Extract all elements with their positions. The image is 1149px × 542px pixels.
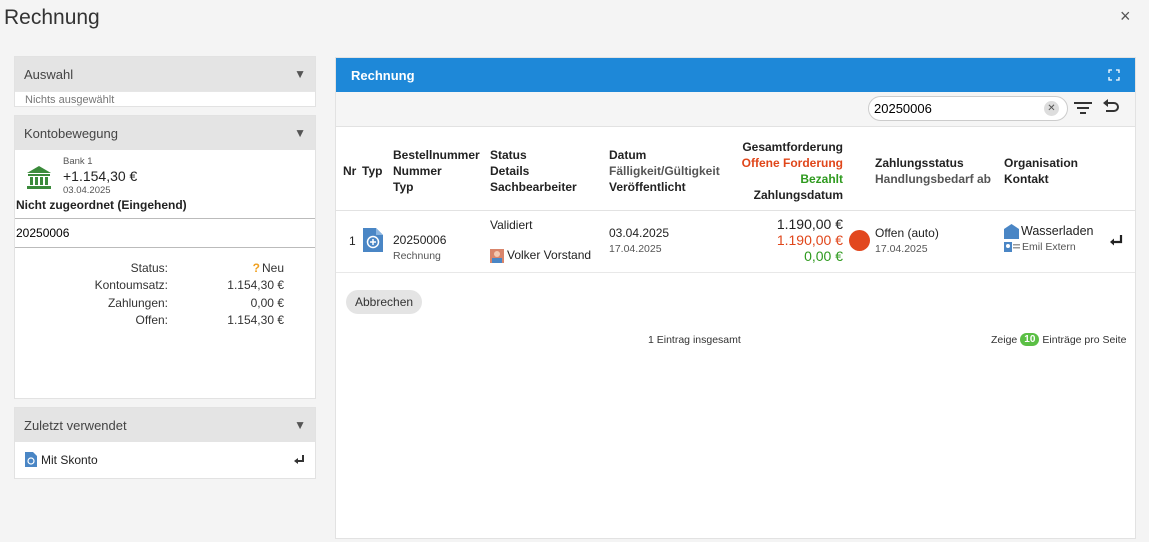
row-nr: 1 bbox=[349, 234, 356, 248]
bank-transaction: Bank 1 +1.154,30 € 03.04.2025 bbox=[15, 150, 315, 196]
table-header: Nr Typ Bestellnummer Nummer Typ Status D… bbox=[336, 127, 1135, 211]
invoice-panel: Rechnung ✕ Nr Typ Bestellnummer Nummer T… bbox=[335, 57, 1136, 539]
invoice-header: Rechnung bbox=[336, 58, 1135, 92]
kontobewegung-header-label: Kontobewegung bbox=[24, 125, 118, 141]
search-box: ✕ bbox=[868, 96, 1068, 121]
zuletzt-header[interactable]: Zuletzt verwendet ▼ bbox=[15, 408, 315, 442]
toolbar: ✕ bbox=[336, 92, 1135, 127]
collapse-triangle-icon[interactable]: ▼ bbox=[294, 418, 306, 432]
col-typ[interactable]: Typ bbox=[362, 163, 382, 179]
stat-label: Kontoumsatz: bbox=[94, 278, 168, 293]
row-status: Validiert bbox=[490, 218, 533, 232]
auswahl-header-label: Auswahl bbox=[24, 66, 74, 82]
stat-row: Offen: 1.154,30 € bbox=[15, 312, 315, 330]
undo-icon[interactable] bbox=[1102, 99, 1120, 115]
col-zahlungsstatus[interactable]: Zahlungsstatus Handlungsbedarf ab bbox=[875, 155, 991, 187]
row-bezahlt: 0,00 € bbox=[804, 248, 843, 264]
window-title: Rechnung bbox=[4, 6, 100, 29]
stat-row: Zahlungen: 0,00 € bbox=[15, 294, 315, 312]
recent-item[interactable]: Mit Skonto bbox=[15, 442, 315, 477]
stat-value: 1.154,30 € bbox=[227, 313, 284, 328]
col-datum[interactable]: Datum Fälligkeit/Gültigkeit Veröffentlic… bbox=[609, 147, 720, 195]
zuletzt-header-label: Zuletzt verwendet bbox=[24, 417, 127, 433]
kontobewegung-header[interactable]: Kontobewegung ▼ bbox=[15, 116, 315, 150]
col-bestellnummer[interactable]: Bestellnummer Nummer Typ bbox=[393, 147, 480, 195]
document-icon[interactable] bbox=[363, 228, 383, 252]
close-icon[interactable]: × bbox=[1120, 6, 1131, 27]
auswahl-header[interactable]: Auswahl ▼ bbox=[15, 57, 315, 91]
bank-amount: +1.154,30 € bbox=[63, 168, 138, 184]
page-size-selector: Zeige 10 Einträge pro Seite bbox=[991, 333, 1126, 346]
bank-icon bbox=[27, 166, 51, 189]
building-icon bbox=[1004, 223, 1019, 239]
question-icon: ? bbox=[252, 260, 260, 275]
enter-icon[interactable] bbox=[293, 454, 305, 466]
avatar-icon bbox=[490, 248, 504, 263]
enter-icon[interactable] bbox=[1109, 234, 1123, 247]
stats-table: Status: ? Neu Kontoumsatz: 1.154,30 € Zah… bbox=[15, 259, 315, 329]
row-sachbearbeiter: Volker Vorstand bbox=[507, 248, 592, 262]
entry-count: 1 Eintrag insgesamt bbox=[648, 334, 741, 346]
expand-icon[interactable] bbox=[1108, 69, 1120, 81]
row-typ: Rechnung bbox=[393, 250, 441, 262]
payment-status-dot bbox=[849, 230, 870, 251]
document-icon bbox=[25, 452, 37, 467]
invoice-header-label: Rechnung bbox=[351, 67, 415, 83]
auswahl-panel: Auswahl ▼ Nichts ausgewählt bbox=[14, 56, 316, 107]
row-offen: 1.190,00 € bbox=[776, 232, 843, 248]
row-zahlungsstatus: Offen (auto) bbox=[875, 226, 939, 240]
stat-label: Offen: bbox=[135, 313, 168, 328]
col-status[interactable]: Status Details Sachbearbeiter bbox=[490, 147, 577, 195]
col-nr[interactable]: Nr bbox=[343, 163, 356, 179]
reference-input[interactable] bbox=[15, 218, 315, 248]
zuletzt-panel: Zuletzt verwendet ▼ Mit Skonto bbox=[14, 407, 316, 479]
col-gesamtforderung[interactable]: Gesamtforderung Offene Forderung Bezahlt… bbox=[731, 139, 843, 203]
stat-value: 1.154,30 € bbox=[227, 278, 284, 293]
stat-row: Status: ? Neu bbox=[15, 259, 315, 277]
cancel-button[interactable]: Abbrechen bbox=[346, 290, 423, 314]
row-datum: 03.04.2025 bbox=[609, 226, 670, 240]
bank-name: Bank 1 bbox=[63, 156, 93, 167]
page-size-badge[interactable]: 10 bbox=[1020, 333, 1040, 346]
recent-item-label: Mit Skonto bbox=[41, 452, 98, 467]
page-size-prefix: Zeige bbox=[991, 333, 1018, 346]
page-size-suffix: Einträge pro Seite bbox=[1042, 333, 1127, 346]
stat-row: Kontoumsatz: 1.154,30 € bbox=[15, 277, 315, 295]
row-nummer: 20250006 bbox=[393, 233, 447, 247]
assignment-status: Nicht zugeordnet (Eingehend) bbox=[16, 198, 187, 212]
collapse-triangle-icon[interactable]: ▼ bbox=[294, 126, 306, 140]
row-kontakt[interactable]: Emil Extern bbox=[1022, 239, 1076, 255]
stat-value: Neu bbox=[261, 260, 284, 275]
contact-icon bbox=[1004, 242, 1020, 252]
search-input[interactable] bbox=[874, 101, 1044, 116]
stat-label: Status: bbox=[130, 260, 168, 275]
bank-date: 03.04.2025 bbox=[63, 185, 111, 196]
table-row[interactable]: 1 20250006 Rechnung Validiert Volker Vor… bbox=[336, 211, 1135, 273]
row-organisation[interactable]: Wasserladen bbox=[1021, 223, 1094, 239]
row-gesamt: 1.190,00 € bbox=[776, 216, 843, 232]
clear-search-icon[interactable]: ✕ bbox=[1044, 101, 1059, 116]
kontobewegung-panel: Kontobewegung ▼ Bank 1 +1.154,30 € 03.04… bbox=[14, 115, 316, 399]
row-handlungsbedarf: 17.04.2025 bbox=[875, 243, 928, 255]
stat-label: Zahlungen: bbox=[107, 295, 168, 310]
row-faelligkeit: 17.04.2025 bbox=[609, 243, 662, 255]
collapse-triangle-icon[interactable]: ▼ bbox=[294, 67, 306, 81]
filter-icon[interactable] bbox=[1074, 101, 1092, 115]
col-organisation[interactable]: Organisation Kontakt bbox=[1004, 155, 1078, 187]
stat-value: 0,00 € bbox=[250, 295, 284, 310]
auswahl-value: Nichts ausgewählt bbox=[15, 91, 315, 108]
